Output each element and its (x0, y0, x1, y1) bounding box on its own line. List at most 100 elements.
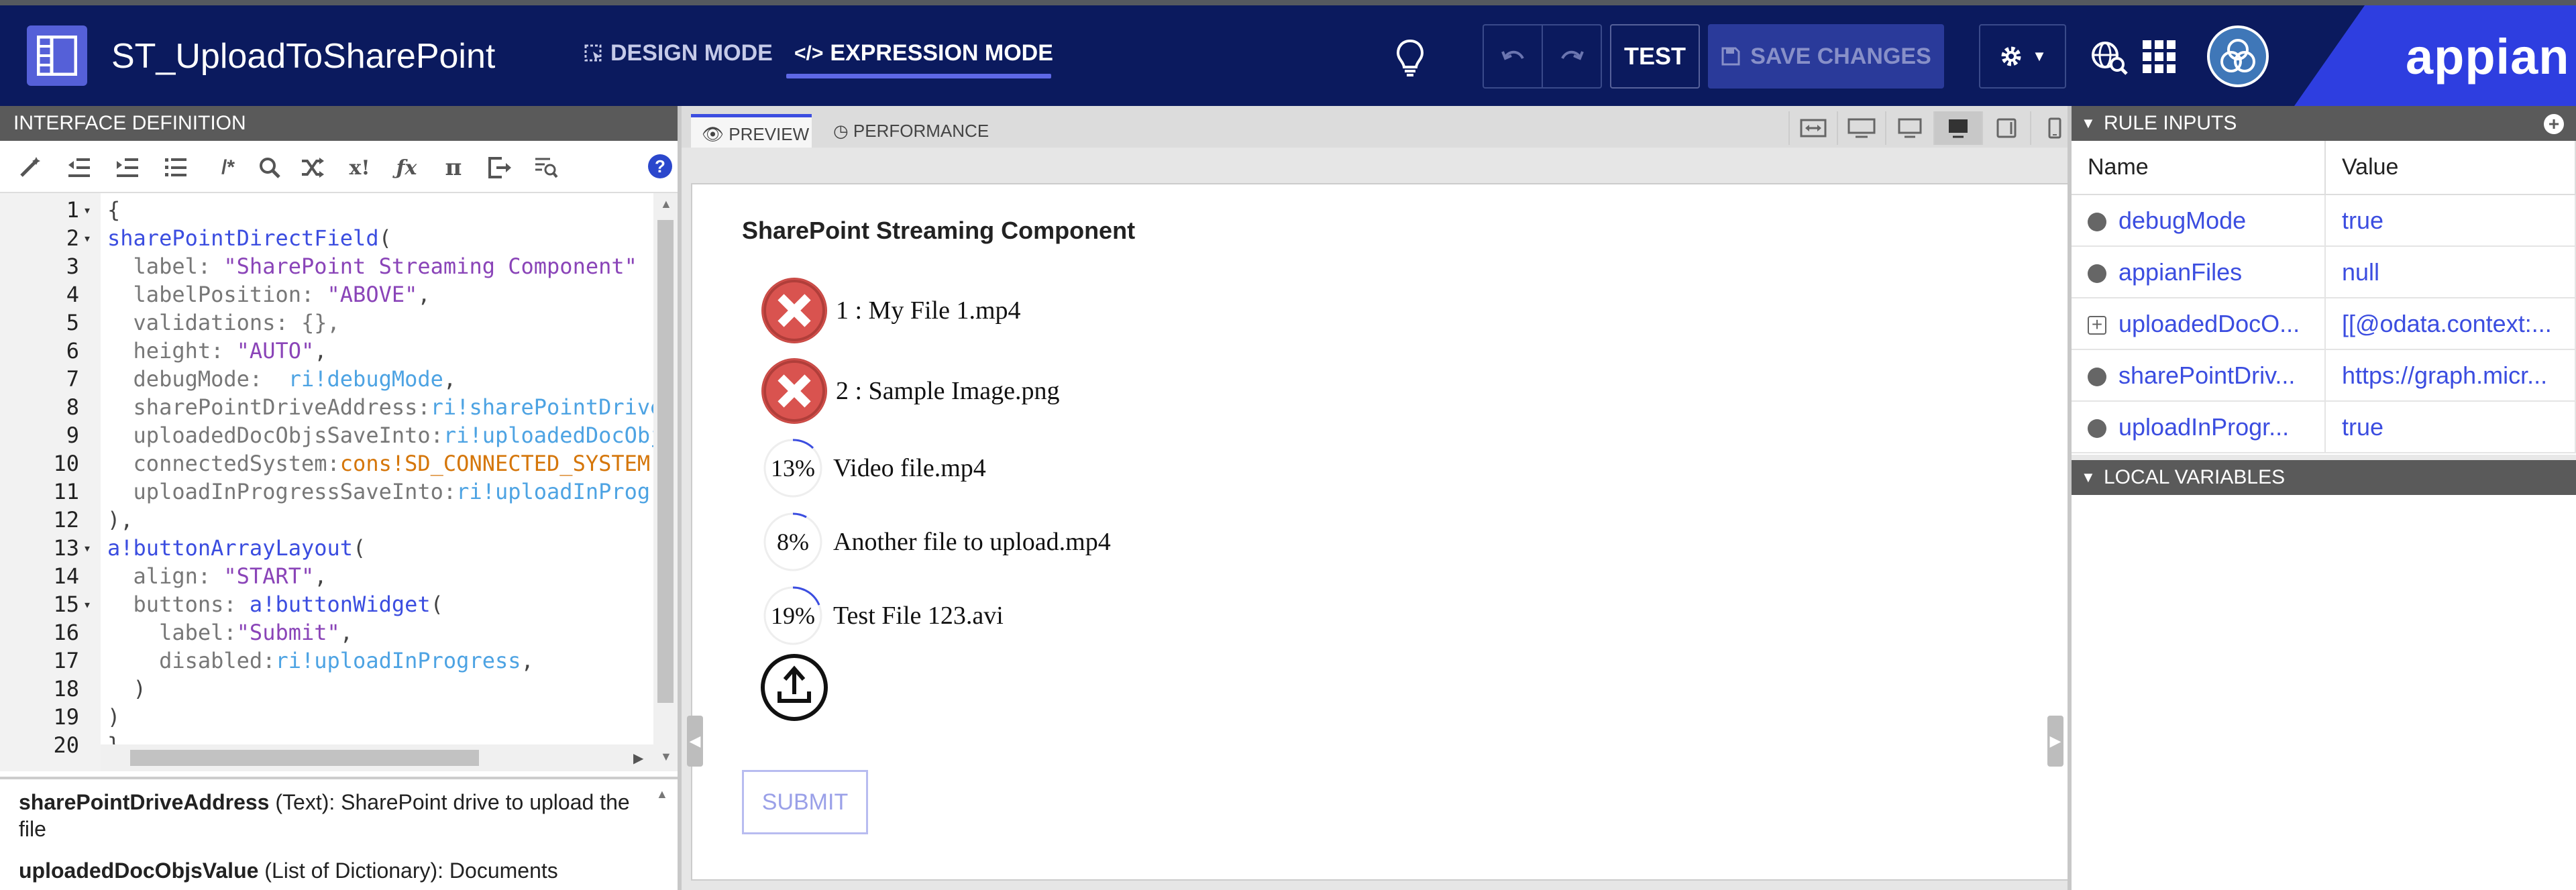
lightbulb-icon[interactable] (1395, 39, 1425, 76)
component-label: SharePoint Streaming Component (742, 217, 1136, 244)
magic-wand-icon[interactable] (15, 153, 44, 182)
add-rule-input-icon[interactable]: + (2544, 114, 2564, 134)
indent-icon[interactable] (113, 153, 142, 182)
horizontal-scroll-thumb[interactable] (130, 750, 479, 766)
upload-error-icon[interactable] (759, 276, 829, 345)
code-line-5[interactable]: validations: {}, (107, 309, 340, 337)
code-line-7[interactable]: debugMode: ri!debugMode, (107, 365, 457, 393)
pi-constant-icon[interactable]: π (439, 153, 468, 182)
user-avatar[interactable] (2207, 25, 2269, 87)
outdent-icon[interactable] (64, 153, 94, 182)
settings-menu-button[interactable]: ▼ (1979, 24, 2066, 89)
desktop-small-icon[interactable] (1933, 111, 1982, 145)
clock-icon: ◷ (833, 121, 849, 141)
table-row[interactable]: appianFiles null (2072, 246, 2576, 298)
table-row[interactable]: sharePointDriv... https://graph.micr... (2072, 349, 2576, 402)
desktop-icon[interactable] (1885, 111, 1933, 145)
code-line-9[interactable]: uploadedDocObjsSaveInto:ri!uploadedDocOb… (107, 421, 678, 449)
rule-input-value[interactable]: [[@odata.context:... (2325, 298, 2576, 350)
line-number: 1 (66, 197, 79, 223)
code-line-12[interactable]: ), (107, 506, 133, 534)
rule-input-value[interactable]: null (2325, 246, 2576, 298)
vertical-scroll-thumb[interactable] (657, 220, 674, 703)
shuffle-icon[interactable] (298, 153, 327, 182)
variable-icon[interactable]: x! (345, 153, 374, 182)
save-changes-button[interactable]: SAVE CHANGES (1708, 24, 1944, 89)
file-name: Video file.mp4 (833, 454, 986, 482)
code-line-10[interactable]: connectedSystem:cons!SD_CONNECTED_SYSTEM (107, 449, 651, 478)
progress-ring: 19% (759, 582, 826, 649)
eye-icon: 👁 (702, 124, 724, 144)
globe-search-icon[interactable] (2090, 40, 2129, 75)
search-icon[interactable] (255, 153, 284, 182)
comment-icon[interactable]: /* (209, 153, 247, 182)
upload-error-icon[interactable] (759, 356, 829, 426)
scroll-up-arrow-icon[interactable]: ▲ (660, 197, 672, 211)
data-search-icon[interactable] (531, 153, 561, 182)
fold-toggle-icon[interactable]: ▾ (83, 590, 91, 618)
code-editor[interactable]: 1 ▾ 2 ▾ 3 4 5 6 7 8 9 10 11 12 13 ▾ 14 15 ▾ 16 17 18 19 20 { sh… (0, 193, 678, 771)
code-line-17[interactable]: disabled:ri!uploadInProgress, (107, 647, 534, 675)
desktop-large-icon[interactable] (1837, 111, 1885, 145)
code-line-16[interactable]: label:"Submit", (107, 618, 353, 647)
code-line-8[interactable]: sharePointDriveAddress:ri!sharePointDriv… (107, 393, 678, 421)
table-row[interactable]: debugMode true (2072, 194, 2576, 247)
code-line-19[interactable]: ) (107, 703, 120, 731)
rule-input-value[interactable]: https://graph.micr... (2325, 349, 2576, 402)
progress-percent: 8% (777, 529, 809, 555)
interface-definition-panel: INTERFACE DEFINITION /* x! ƒx π ? 1 ▾ 2 … (0, 106, 682, 890)
tab-preview[interactable]: 👁 PREVIEW (691, 114, 812, 148)
code-line-18[interactable]: ) (107, 675, 146, 703)
fit-width-icon[interactable] (1788, 111, 1837, 145)
expand-plus-icon[interactable]: + (2088, 315, 2106, 335)
design-mode-tab[interactable]: DESIGN MODE (584, 40, 773, 66)
rule-inputs-header[interactable]: ▼ RULE INPUTS + (2072, 106, 2576, 141)
redo-button[interactable] (1542, 24, 1602, 89)
rule-input-name: uploadedDocO... (2118, 309, 2300, 337)
editor-vertical-scrollbar[interactable]: ▲ ▼ (653, 193, 678, 771)
design-mode-icon (584, 44, 602, 62)
table-row[interactable]: + uploadedDocO... [[@odata.context:... (2072, 298, 2576, 350)
code-line-6[interactable]: height: "AUTO", (107, 337, 327, 365)
code-line-13[interactable]: a!buttonArrayLayout( (107, 534, 366, 562)
undo-button[interactable] (1483, 24, 1543, 89)
local-variables-header[interactable]: ▼ LOCAL VARIABLES (2072, 460, 2576, 495)
function-icon[interactable]: ƒx (392, 153, 421, 182)
submit-button[interactable]: SUBMIT (742, 770, 868, 834)
editor-horizontal-scrollbar[interactable]: ▶ (101, 744, 653, 771)
collapse-left-panel-button[interactable]: ◀ (687, 716, 703, 767)
scroll-right-arrow-icon[interactable]: ▶ (633, 750, 643, 767)
chevron-left-icon: ◀ (689, 732, 701, 749)
code-line-2[interactable]: sharePointDirectField( (107, 224, 392, 252)
fold-toggle-icon[interactable]: ▾ (83, 224, 91, 252)
interface-object-icon[interactable] (27, 25, 87, 86)
rule-input-value[interactable]: true (2325, 194, 2576, 247)
undo-icon (1501, 50, 1524, 60)
tab-performance[interactable]: ◷ PERFORMANCE (822, 114, 1030, 148)
code-line-3[interactable]: label: "SharePoint Streaming Component" (107, 252, 637, 280)
code-line-4[interactable]: labelPosition: "ABOVE", (107, 280, 431, 309)
fold-toggle-icon[interactable]: ▾ (83, 534, 91, 562)
table-row[interactable]: uploadInProgr... true (2072, 401, 2576, 453)
code-line-15[interactable]: buttons: a!buttonWidget( (107, 590, 443, 618)
code-line-14[interactable]: align: "START", (107, 562, 327, 590)
line-number: 13 (53, 535, 79, 561)
scroll-down-arrow-icon[interactable]: ▼ (660, 750, 672, 764)
code-line-11[interactable]: uploadInProgressSaveInto:ri!uploadInProg… (107, 478, 678, 506)
test-button[interactable]: TEST (1610, 24, 1700, 89)
format-list-icon[interactable] (161, 153, 191, 182)
docs-scroll-up-icon[interactable]: ▲ (656, 787, 668, 801)
line-number: 15 (53, 592, 79, 617)
expression-mode-tab[interactable]: </> EXPRESSION MODE (794, 40, 1053, 66)
collapse-right-panel-button[interactable]: ▶ (2047, 716, 2063, 767)
save-changes-label: SAVE CHANGES (1750, 43, 1931, 69)
upload-button[interactable] (759, 653, 829, 726)
code-line-1[interactable]: { (107, 196, 120, 224)
fold-toggle-icon[interactable]: ▾ (83, 196, 91, 224)
tablet-icon[interactable] (1982, 111, 2030, 145)
app-launcher-icon[interactable] (2143, 40, 2176, 74)
export-icon[interactable] (486, 153, 515, 182)
rule-input-value[interactable]: true (2325, 401, 2576, 453)
help-icon[interactable]: ? (648, 154, 672, 178)
chevron-right-icon: ▶ (2049, 732, 2061, 749)
